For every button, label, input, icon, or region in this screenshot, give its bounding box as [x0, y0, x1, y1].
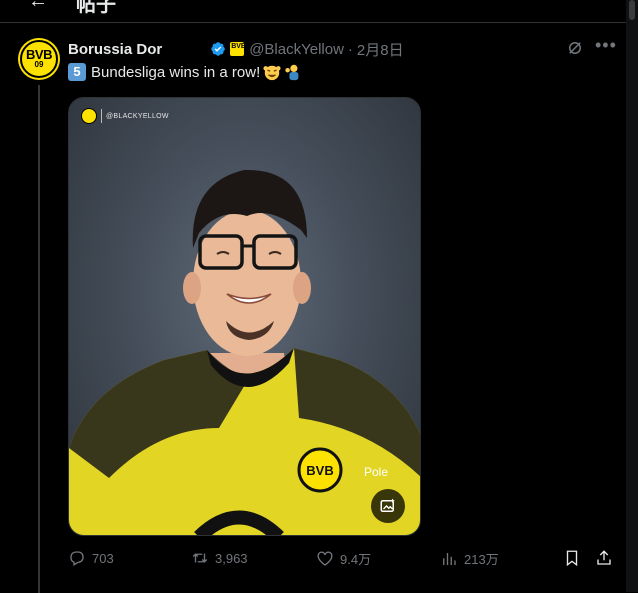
tweet-text: 5 Bundesliga wins in a row! [68, 63, 302, 81]
verified-check-icon[interactable] [210, 41, 226, 57]
top-nav-bar: ← 帖子 [0, 0, 626, 22]
more-options-icon[interactable]: ••• [595, 35, 617, 56]
tweet[interactable]: BVB 09 Borussia Dor BVB @BlackYellow · 2… [0, 22, 626, 593]
reply-icon [70, 551, 84, 566]
reply-count: 703 [92, 550, 114, 566]
redaction-block [164, 40, 207, 58]
fist-pump-person-icon [285, 64, 299, 81]
keycap-number-icon: 5 [68, 63, 86, 81]
like-count: 9.4万 [340, 552, 372, 567]
separator-dot: · [347, 40, 353, 58]
bookmark-button[interactable] [563, 549, 587, 567]
retweet-count: 3,963 [215, 550, 248, 566]
heart-icon [317, 551, 333, 566]
svg-text:BVB: BVB [306, 463, 333, 478]
action-bar: 703 3,963 9.4万 213万 [68, 549, 620, 571]
player-portrait: BVB Pole [69, 169, 420, 535]
tweet-body: Bundesliga wins in a row! [91, 63, 261, 81]
tweet-header: Borussia Dor BVB @BlackYellow · 2月8日 [68, 39, 404, 59]
post-date[interactable]: 2月8日 [357, 39, 404, 60]
page-title: 帖子 [76, 0, 116, 16]
svg-text:Pole: Pole [364, 465, 388, 479]
thread-line [38, 85, 40, 593]
avatar-number: 09 [34, 60, 44, 69]
views-button[interactable]: 213万 [440, 549, 499, 568]
avatar[interactable]: BVB 09 [18, 38, 60, 80]
views-count: 213万 [464, 552, 499, 567]
reply-button[interactable]: 703 [68, 549, 114, 567]
views-chart-icon [443, 552, 456, 565]
like-button[interactable]: 9.4万 [316, 549, 371, 568]
celebrating-face-icon [263, 65, 281, 81]
tweet-image[interactable]: @BLACKYELLOW BVB Pole [68, 97, 421, 536]
back-arrow-icon[interactable]: ← [28, 0, 48, 13]
share-button[interactable] [595, 549, 619, 567]
image-sparkle-icon [380, 498, 395, 512]
share-icon [597, 550, 611, 565]
author-handle[interactable]: @BlackYellow [249, 41, 344, 58]
retweet-icon [192, 553, 208, 563]
bookmark-icon [566, 550, 578, 567]
scrollbar-thumb[interactable] [629, 0, 635, 20]
author-name[interactable]: Borussia Dor [68, 41, 162, 58]
grok-icon[interactable] [566, 39, 584, 57]
retweet-button[interactable]: 3,963 [191, 549, 248, 567]
scrollbar[interactable] [626, 0, 638, 592]
image-edit-icon[interactable] [371, 489, 405, 523]
bvb-badge-icon[interactable]: BVB [230, 42, 246, 56]
